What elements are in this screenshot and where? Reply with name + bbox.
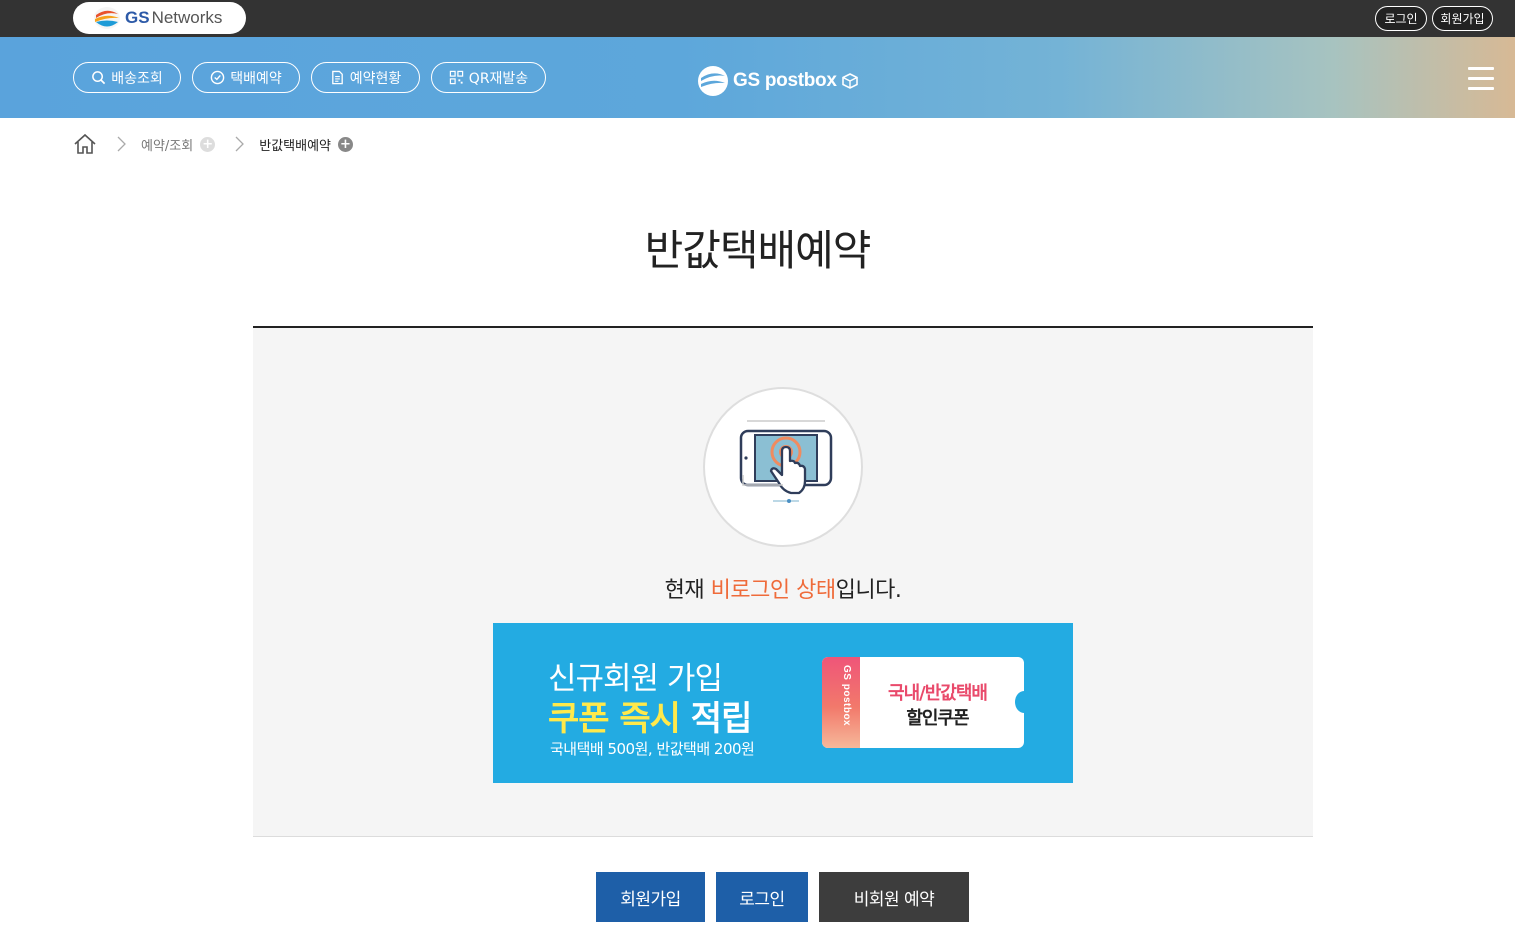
- breadcrumb-expand-icon[interactable]: +: [338, 136, 353, 152]
- nav-tracking-button[interactable]: 배송조회: [73, 62, 181, 93]
- chevron-right-icon: [117, 136, 126, 152]
- logo-networks-text: Networks: [151, 8, 223, 27]
- top-utility-bar: GS Networks 로그인 회원가입: [0, 0, 1515, 37]
- banner-subheadline: 쿠폰 즉시 적립: [548, 691, 753, 740]
- signup-coupon-banner[interactable]: 신규회원 가입 쿠폰 즉시 적립 국내택배 500원, 반값택배 200원 GS…: [493, 623, 1073, 783]
- main-navigation: 배송조회 택배예약 예약현황 QR재발송 GS postbox: [0, 37, 1515, 118]
- top-join-button[interactable]: 회원가입: [1432, 6, 1493, 31]
- nav-booking-button[interactable]: 택배예약: [192, 62, 300, 93]
- page-title: 반값택배예약: [644, 226, 872, 275]
- coupon-notch: [1015, 691, 1024, 713]
- banner-highlight: 쿠폰 즉시: [548, 699, 681, 739]
- coupon-graphic: GS postbox 국내/반값택배 할인쿠폰: [822, 657, 1024, 748]
- banner-headline-rest: 적립: [679, 699, 753, 739]
- qr-icon: [449, 70, 463, 85]
- status-highlight: 비로그인 상태: [710, 578, 836, 603]
- tablet-touch-icon: [739, 420, 833, 503]
- login-notice-panel: 현재 비로그인 상태입니다. 신규회원 가입 쿠폰 즉시 적립 국내택배 500…: [253, 326, 1313, 837]
- nav-qr-resend-label: QR재발송: [468, 70, 529, 87]
- search-icon: [92, 71, 106, 85]
- chevron-right-icon: [235, 136, 245, 152]
- breadcrumb-item-reservation[interactable]: 예약/조회: [141, 135, 193, 154]
- logo-gs-text: GS: [125, 8, 150, 27]
- coupon-stub-text: GS postbox: [841, 665, 852, 727]
- breadcrumb: 예약/조회 + 반값택배예약 +: [73, 132, 353, 156]
- box-icon: [841, 73, 858, 89]
- banner-detail: 국내택배 500원, 반값택배 200원: [550, 740, 755, 758]
- gs-postbox-logo[interactable]: GS postbox: [697, 64, 859, 98]
- illustration-circle: [703, 387, 863, 547]
- breadcrumb-item-current[interactable]: 반값택배예약: [259, 135, 331, 154]
- coupon-title: 국내/반값택배: [888, 683, 988, 704]
- nav-status-button[interactable]: 예약현황: [311, 62, 420, 93]
- nav-tracking-label: 배송조회: [111, 70, 163, 87]
- nav-qr-resend-button[interactable]: QR재발송: [431, 62, 546, 93]
- document-icon: [331, 70, 343, 85]
- login-button[interactable]: 로그인: [716, 872, 808, 922]
- guest-reservation-button[interactable]: 비회원 예약: [819, 872, 969, 922]
- brand-name: GS postbox: [733, 70, 837, 91]
- login-status-message: 현재 비로그인 상태입니다.: [253, 572, 1313, 604]
- coupon-subtitle: 할인쿠폰: [906, 708, 969, 729]
- breadcrumb-expand-icon[interactable]: +: [200, 136, 216, 152]
- postbox-swirl-icon: [698, 66, 728, 96]
- clock-icon: [210, 70, 225, 85]
- nav-status-label: 예약현황: [349, 70, 402, 87]
- nav-booking-label: 택배예약: [230, 70, 282, 87]
- join-button[interactable]: 회원가입: [596, 872, 705, 922]
- hamburger-icon[interactable]: [1468, 67, 1494, 90]
- gs-networks-logo[interactable]: GS Networks: [73, 2, 246, 34]
- gs-logo-mark-icon: [94, 7, 120, 29]
- top-login-button[interactable]: 로그인: [1375, 6, 1427, 31]
- home-icon[interactable]: [73, 133, 97, 155]
- status-prefix: 현재: [664, 578, 711, 603]
- status-suffix: 입니다.: [835, 578, 902, 603]
